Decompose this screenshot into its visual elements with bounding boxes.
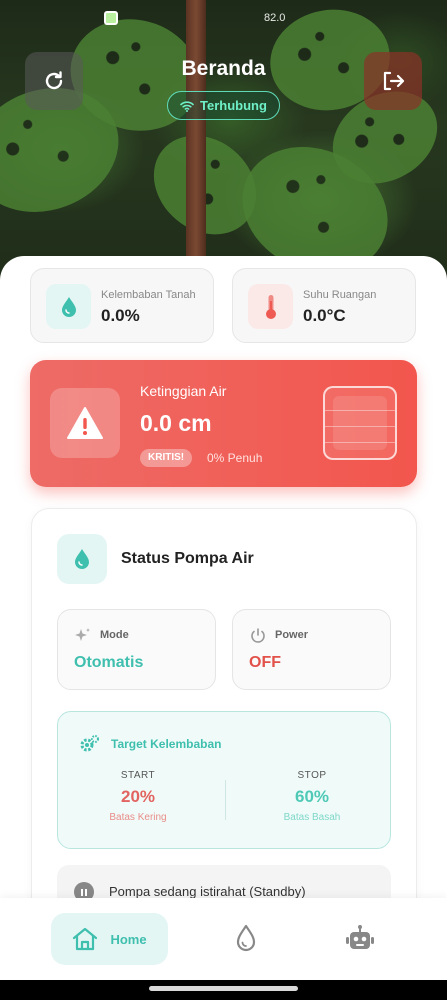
target-title: Target Kelembaban — [111, 737, 222, 751]
logout-icon — [383, 71, 405, 91]
standby-text: Pompa sedang istirahat (Standby) — [109, 884, 306, 899]
thermometer-icon — [265, 294, 276, 319]
room-temp-value: 0.0°C — [303, 306, 346, 325]
nav-home-label: Home — [110, 931, 147, 947]
pump-title: Status Pompa Air — [121, 550, 254, 567]
connection-badge: Terhubung — [167, 91, 280, 120]
soil-moisture-card: Kelembaban Tanah 0.0% — [30, 268, 214, 343]
sparkle-icon — [75, 628, 90, 641]
stop-value: 60% — [294, 787, 330, 806]
stop-threshold: STOP 60% Batas Basah — [252, 770, 372, 823]
threshold-divider — [225, 780, 226, 820]
power-icon — [251, 628, 265, 643]
soil-moisture-value: 0.0% — [101, 306, 140, 325]
pump-icon-box — [57, 534, 107, 584]
power-label: Power — [275, 629, 309, 641]
tank-level-line — [325, 426, 395, 427]
nav-water-tab[interactable] — [228, 920, 264, 956]
start-value: 20% — [120, 787, 156, 806]
nav-robot-tab[interactable] — [342, 920, 378, 956]
plant-trunk — [186, 0, 206, 300]
water-level-label: Ketinggian Air — [140, 383, 227, 399]
water-level-card: Ketinggian Air 0.0 cm KRITIS! 0% Penuh — [30, 360, 417, 487]
temp-icon-box — [248, 284, 293, 329]
tank-level-line — [325, 410, 395, 411]
room-temp-label: Suhu Ruangan — [303, 289, 377, 301]
stop-head: STOP — [297, 770, 327, 781]
start-sub: Batas Kering — [109, 812, 167, 823]
gears-icon — [80, 735, 99, 752]
critical-badge: KRITIS! — [140, 449, 193, 467]
warning-icon — [67, 407, 103, 439]
pump-status-card: Status Pompa Air Mode Otomatis Power OFF… — [31, 508, 417, 928]
fill-percentage-text: 0% Penuh — [207, 451, 263, 465]
water-drop-icon — [236, 924, 256, 952]
wifi-icon — [180, 100, 194, 112]
home-indicator[interactable] — [149, 986, 298, 991]
soil-moisture-label: Kelembaban Tanah — [101, 289, 196, 301]
water-level-value: 0.0 cm — [140, 410, 212, 436]
start-head: START — [120, 770, 156, 781]
warning-icon-box — [50, 388, 120, 458]
mode-value: Otomatis — [74, 654, 144, 671]
mode-card[interactable]: Mode Otomatis — [57, 609, 216, 690]
home-icon — [73, 927, 98, 951]
soil-icon-box — [46, 284, 91, 329]
power-card[interactable]: Power OFF — [232, 609, 391, 690]
shield-icon — [104, 11, 118, 25]
battery-text: 82.0 — [264, 12, 286, 24]
nav-home-tab[interactable]: Home — [51, 913, 168, 965]
room-temp-card: Suhu Ruangan 0.0°C — [232, 268, 416, 343]
logout-button[interactable] — [364, 52, 422, 110]
target-moisture-card: Target Kelembaban START 20% Batas Kering… — [57, 711, 391, 849]
robot-icon — [346, 925, 374, 949]
hero-background — [0, 0, 447, 300]
bottom-nav: Home — [0, 898, 447, 980]
stop-sub: Batas Basah — [283, 812, 341, 823]
start-threshold: START 20% Batas Kering — [78, 770, 198, 823]
connection-label: Terhubung — [200, 98, 267, 113]
power-value: OFF — [249, 654, 281, 671]
water-tank-graphic — [323, 386, 397, 460]
water-drop-icon — [61, 296, 76, 317]
mode-label: Mode — [100, 629, 129, 641]
water-drop-icon — [75, 549, 89, 569]
tank-level-line — [325, 442, 395, 443]
status-bar: 82.0 — [0, 8, 447, 30]
